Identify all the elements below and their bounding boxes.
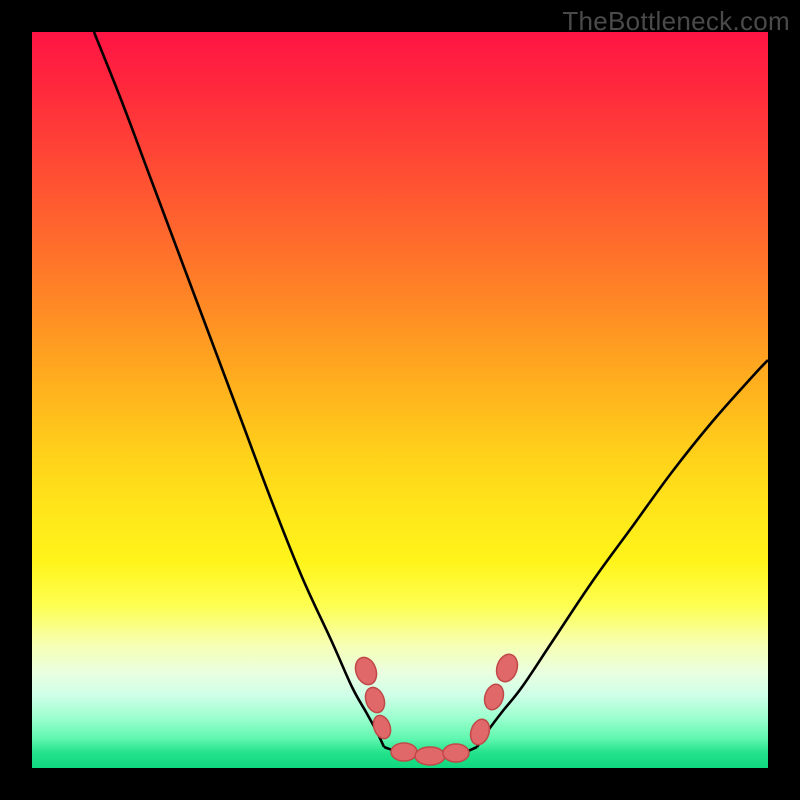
- watermark-text: TheBottleneck.com: [562, 6, 790, 37]
- curve-layer: [32, 32, 768, 768]
- curve-marker: [352, 654, 380, 687]
- curve-marker: [443, 744, 469, 762]
- chart-frame: TheBottleneck.com: [0, 0, 800, 800]
- curve-marker: [391, 743, 417, 761]
- curve-marker: [481, 682, 506, 712]
- plot-area: [32, 32, 768, 768]
- curve-marker: [467, 717, 492, 747]
- curve-left: [94, 32, 384, 747]
- curve-right: [477, 360, 768, 747]
- curve-marker: [370, 713, 393, 741]
- curve-marker: [415, 747, 445, 765]
- curve-markers: [352, 652, 521, 765]
- curve-marker: [493, 652, 521, 685]
